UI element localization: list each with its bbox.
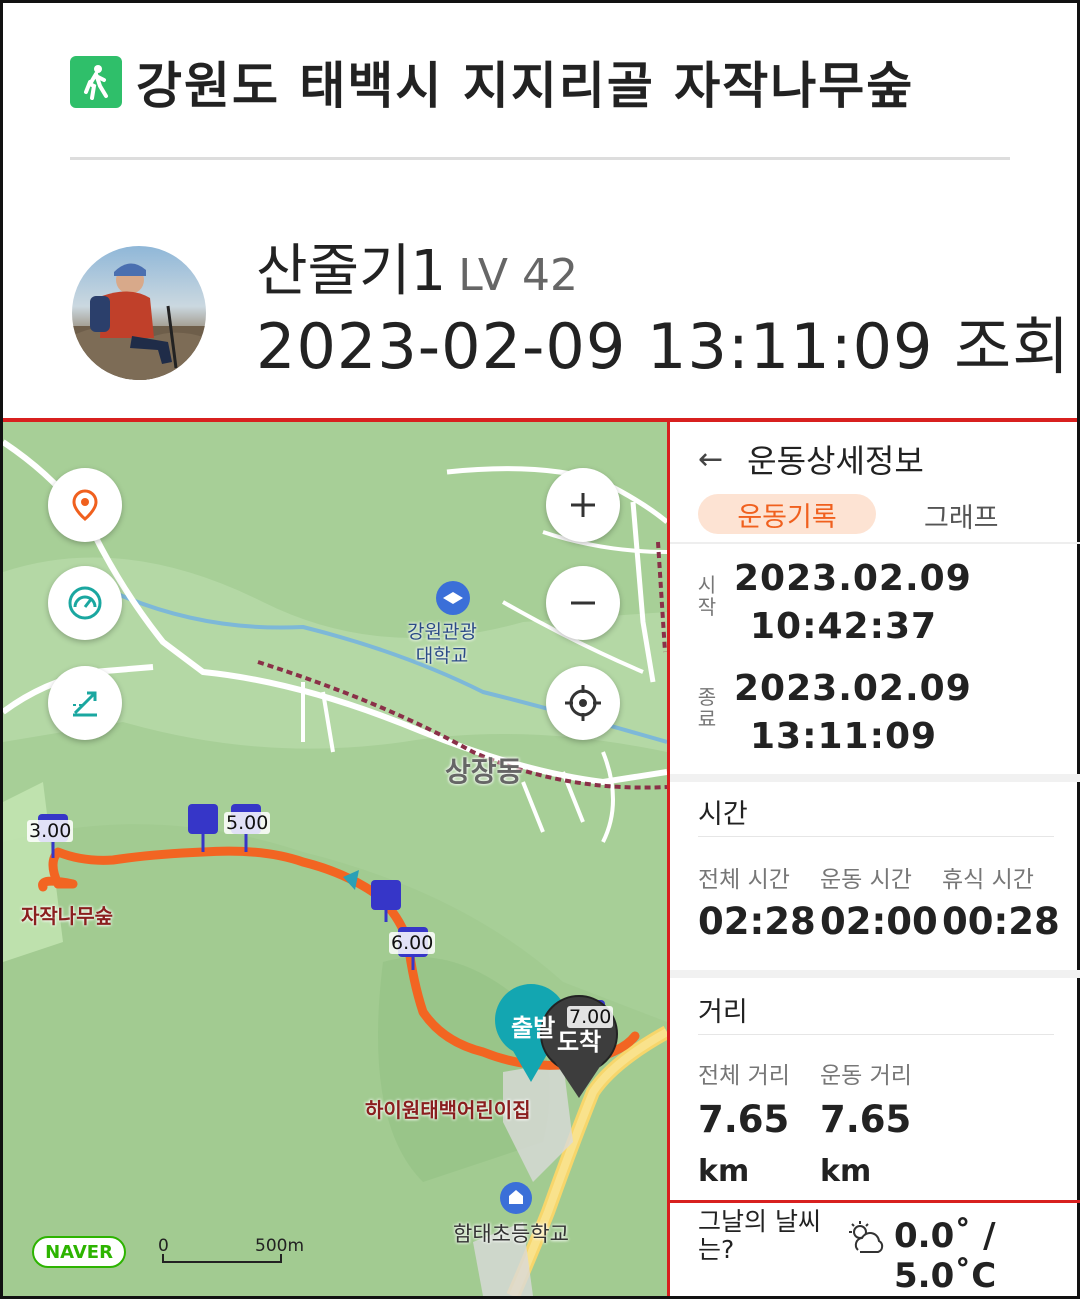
slope-button[interactable] <box>48 666 122 740</box>
section-separator <box>670 970 1080 978</box>
scale-length: 500m <box>255 1236 305 1256</box>
partly-cloudy-icon <box>846 1220 886 1260</box>
end-label: 종료 <box>697 685 717 731</box>
start-label: 시작 <box>697 573 717 619</box>
university-label: 강원관광 대학교 <box>407 620 477 668</box>
hiking-icon <box>70 56 122 108</box>
weather-temperature: 0.0˚ / 5.0˚C <box>894 1216 996 1296</box>
time-section-title: 시간 <box>698 799 748 830</box>
university-label-line2: 대학교 <box>415 645 469 667</box>
location-pin-icon <box>72 489 98 521</box>
crosshair-icon <box>565 685 601 721</box>
km-marker: 5.00 <box>224 812 271 834</box>
sangjang-label: 상장동 <box>445 755 523 788</box>
user-name-line: 산줄기1 LV 42 <box>256 226 578 307</box>
back-arrow-icon[interactable]: ← <box>698 442 723 477</box>
time-section-line <box>698 836 1054 837</box>
detail-panel: ← 운동상세정보 운동기록 그래프 시작 2023.02.09 10:42:37… <box>667 422 1080 1296</box>
end-date: 2023.02.09 <box>734 668 972 709</box>
title-row: 강원도 태백시 지지리골 자작나무숲 <box>70 50 914 115</box>
weather-divider <box>670 1200 1080 1203</box>
view-timestamp: 2023-02-09 13:11:09 조회 <box>256 310 1071 383</box>
speedometer-icon <box>68 586 102 620</box>
start-date: 2023.02.09 <box>734 558 972 599</box>
total-time-label: 전체 시간 <box>698 867 790 893</box>
birch-forest-label: 자작나무숲 <box>21 904 113 928</box>
header-divider <box>70 157 1010 160</box>
school-label: 함태초등학교 <box>453 1222 569 1246</box>
tabs-divider <box>670 542 1080 544</box>
user-level: LV 42 <box>458 250 578 301</box>
end-time: 13:11:09 <box>750 716 938 757</box>
weather-question-line1: 그날의 날씨 <box>698 1207 821 1236</box>
rest-time-label: 휴식 시간 <box>942 867 1034 893</box>
distance-section-line <box>698 1034 1054 1035</box>
avatar[interactable] <box>72 246 206 380</box>
zoom-in-icon <box>571 493 595 517</box>
slope-icon <box>73 691 97 717</box>
section-separator <box>670 774 1080 782</box>
moving-distance-value: 7.65 <box>820 1098 912 1141</box>
total-time-value: 02:28 <box>698 900 816 943</box>
naver-logo: NAVER <box>32 1236 126 1268</box>
total-distance-unit: km <box>698 1154 750 1189</box>
scale-zero: 0 <box>158 1236 169 1256</box>
weather-line1: 0.0˚ / <box>894 1216 996 1256</box>
distance-section-title: 거리 <box>698 997 748 1028</box>
zoom-in-button[interactable] <box>546 468 620 542</box>
daycare-label: 하이원태백어린이집 <box>365 1098 531 1122</box>
location-button[interactable] <box>48 468 122 542</box>
panel-title: 운동상세정보 <box>747 442 924 480</box>
speed-button[interactable] <box>48 566 122 640</box>
tab-graph[interactable]: 그래프 <box>924 496 999 535</box>
zoom-out-button[interactable] <box>546 566 620 640</box>
moving-time-label: 운동 시간 <box>820 867 912 893</box>
panel-header: ← 운동상세정보 <box>698 436 924 482</box>
moving-distance-unit: km <box>820 1154 872 1189</box>
weather-line2: 5.0˚C <box>894 1256 997 1296</box>
total-distance-label: 전체 거리 <box>698 1063 790 1089</box>
page-title: 강원도 태백시 지지리골 자작나무숲 <box>136 57 915 115</box>
rest-time-value: 00:28 <box>942 900 1060 943</box>
university-label-line1: 강원관광 <box>407 621 477 643</box>
km-marker: 6.00 <box>389 932 436 954</box>
moving-time-value: 02:00 <box>820 900 938 943</box>
map-view[interactable]: 강원관광 대학교 상장동 자작나무숲 하이원태백어린이집 함태초등학교 출발 도… <box>3 422 667 1296</box>
weather-question-line2: 는? <box>698 1235 735 1264</box>
weather-question: 그날의 날씨 는? <box>698 1208 821 1264</box>
moving-distance-label: 운동 거리 <box>820 1063 912 1089</box>
current-location-button[interactable] <box>546 666 620 740</box>
km-marker: 3.00 <box>27 820 74 842</box>
total-distance-value: 7.65 <box>698 1098 790 1141</box>
zoom-out-icon <box>571 601 595 605</box>
tab-record[interactable]: 운동기록 <box>698 494 876 534</box>
start-time: 10:42:37 <box>750 606 938 647</box>
user-name: 산줄기1 <box>256 239 447 304</box>
km-marker: 7.00 <box>567 1006 614 1028</box>
map-background <box>3 422 667 1296</box>
start-pin-label[interactable]: 출발 <box>511 1008 555 1043</box>
